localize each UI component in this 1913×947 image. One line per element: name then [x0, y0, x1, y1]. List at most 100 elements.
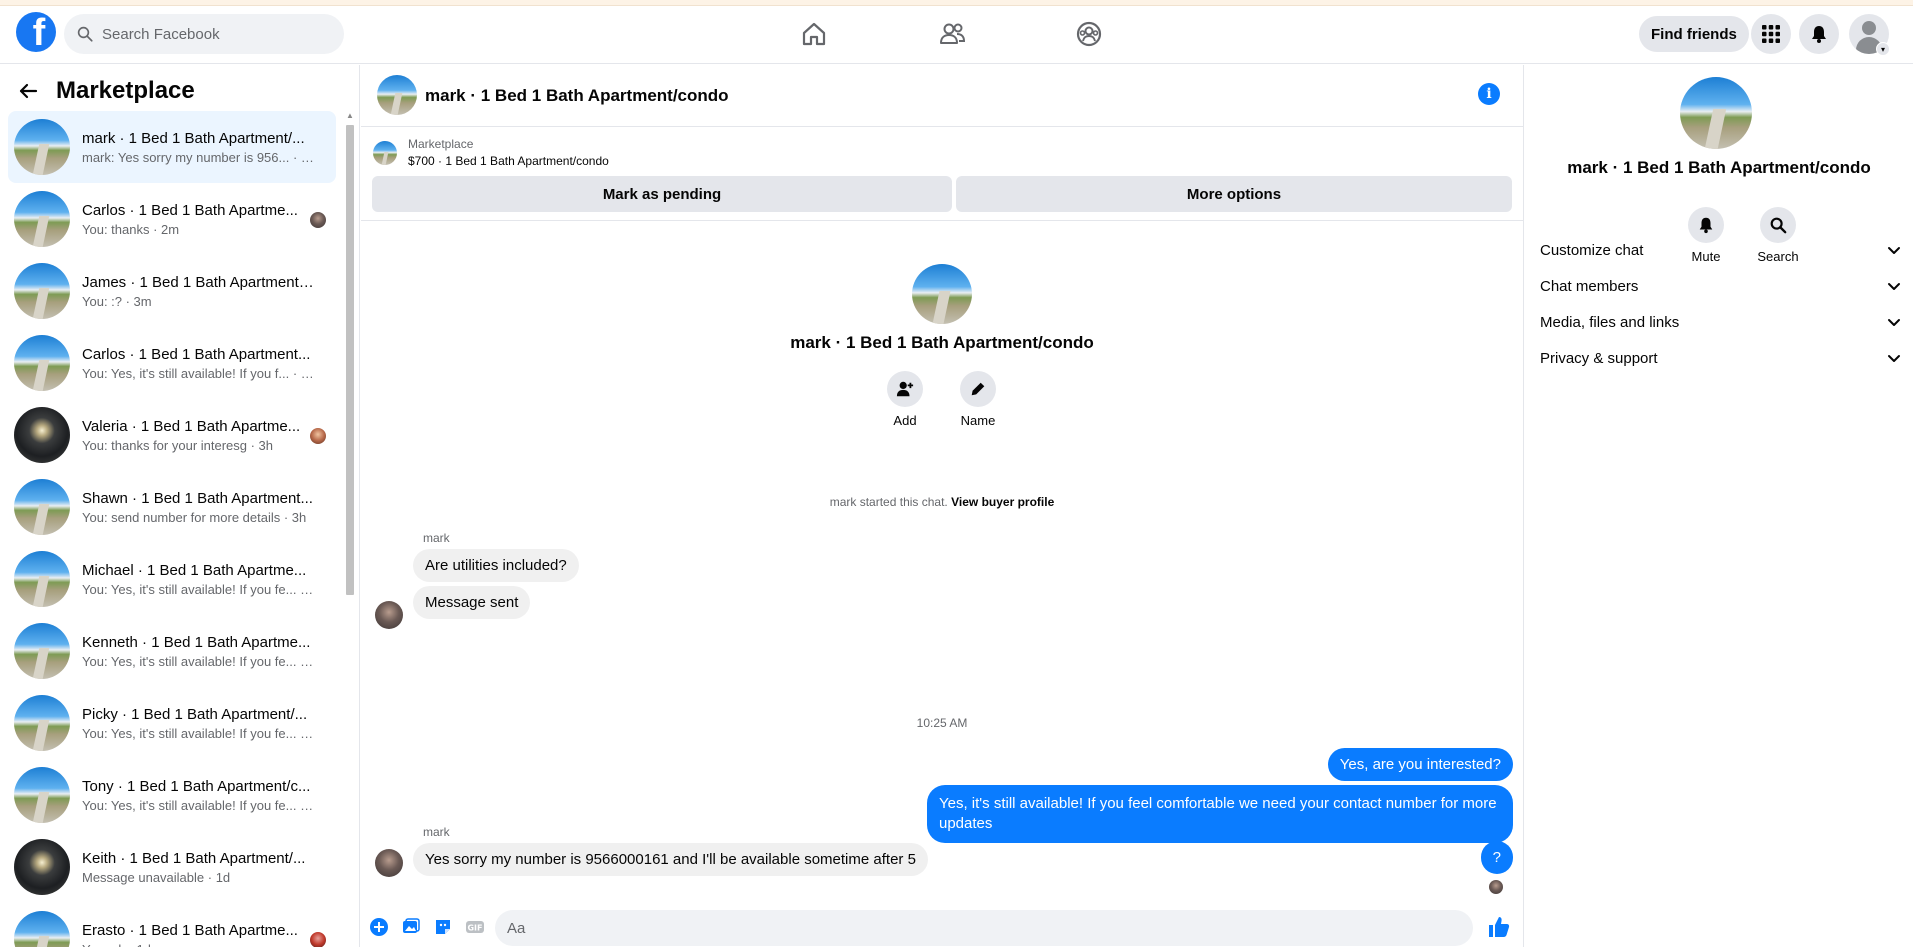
incoming-message[interactable]: Are utilities included? [413, 549, 579, 582]
conversation-item[interactable]: Michael · 1 Bed 1 Bath Apartme... You: Ye… [8, 543, 336, 615]
conversation-preview: You: Yes, it's still available! If you f… [82, 365, 314, 381]
message-composer: GIF [361, 907, 1604, 947]
read-receipt-avatar [1489, 880, 1503, 894]
panel-title: mark · 1 Bed 1 Bath Apartment/condo [1567, 158, 1871, 177]
panel-section[interactable]: Chat members [1540, 268, 1902, 304]
conversation-avatar [14, 479, 70, 535]
conversation-avatar [14, 551, 70, 607]
chevron-down-icon [1888, 319, 1900, 326]
gif-icon[interactable]: GIF [465, 917, 485, 937]
search-bar[interactable] [64, 14, 344, 54]
conversation-avatar [14, 911, 70, 947]
message-input[interactable] [495, 910, 1415, 946]
conversation-item[interactable]: Carlos · 1 Bed 1 Bath Apartment... You: Y… [8, 327, 336, 399]
conversation-avatar [14, 623, 70, 679]
conversation-preview: mark: Yes sorry my number is 956... · 1m [82, 149, 314, 165]
friends-icon[interactable] [938, 20, 966, 48]
find-friends-button[interactable]: Find friends [1639, 16, 1749, 52]
home-icon[interactable] [800, 20, 828, 48]
plus-icon[interactable] [369, 917, 389, 937]
chevron-down-icon [1888, 355, 1900, 362]
incoming-message[interactable]: Yes sorry my number is 9566000161 and I'… [413, 843, 928, 876]
conversation-item[interactable]: Kenneth · 1 Bed 1 Bath Apartme... You: Ye… [8, 615, 336, 687]
conversation-name: Carlos · 1 Bed 1 Bath Apartment... [82, 345, 311, 363]
conversation-item[interactable]: Keith · 1 Bed 1 Bath Apartment/... Messag… [8, 831, 336, 903]
chat-title[interactable]: mark · 1 Bed 1 Bath Apartment/condo [425, 86, 729, 106]
sender-name: mark [423, 531, 450, 545]
conversation-preview: You: thanks · 2m [82, 221, 180, 237]
panel-avatar [1680, 77, 1752, 149]
conversation-avatar [14, 407, 70, 463]
chat-window: mark · 1 Bed 1 Bath Apartment/condo i Ma… [361, 65, 1604, 947]
started-text: mark started this chat. [829, 495, 948, 509]
intro-title: mark · 1 Bed 1 Bath Apartment/condo [790, 333, 1094, 352]
conversation-avatar [14, 191, 70, 247]
outgoing-message[interactable]: ? [1480, 841, 1513, 874]
notifications-button[interactable] [1799, 14, 1839, 54]
view-buyer-profile-link[interactable]: View buyer profile [951, 495, 1054, 509]
info-icon[interactable]: i [1478, 83, 1500, 105]
add-person-icon [896, 381, 914, 397]
like-icon[interactable] [1487, 915, 1511, 939]
back-arrow-icon[interactable] [16, 79, 40, 103]
conversation-item[interactable]: Tony · 1 Bed 1 Bath Apartment/c... You: Y… [8, 759, 336, 831]
more-options-button[interactable]: More options [956, 176, 1512, 212]
listing-thumbnail[interactable] [373, 141, 397, 165]
chevron-down-icon [1888, 283, 1900, 290]
search-input[interactable] [102, 25, 322, 43]
conversation-name: Kenneth · 1 Bed 1 Bath Apartme... [82, 633, 311, 651]
panel-section[interactable]: Privacy & support [1540, 340, 1902, 376]
conversation-name: Shawn · 1 Bed 1 Bath Apartment... [82, 489, 313, 507]
bell-icon [1812, 26, 1826, 43]
conversation-name: Michael · 1 Bed 1 Bath Apartme... [82, 561, 307, 579]
photo-icon[interactable] [401, 917, 421, 937]
message-input-box[interactable] [495, 910, 1604, 946]
outgoing-message[interactable]: Yes, are you interested? [1327, 748, 1513, 781]
conversation-item[interactable]: James · 1 Bed 1 Bath Apartment/... You: :… [8, 255, 336, 327]
conversation-list: mark · 1 Bed 1 Bath Apartment/... mark: Y… [8, 111, 336, 947]
seen-by-avatar [310, 932, 326, 947]
conversation-avatar [14, 839, 70, 895]
conversation-name: Picky · 1 Bed 1 Bath Apartment/... [82, 705, 308, 723]
panel-section-label: Media, files and links [1540, 313, 1680, 331]
chat-started-notice: mark started this chat. View buyer profi… [361, 495, 1523, 509]
chat-avatar[interactable] [377, 75, 417, 115]
outgoing-message[interactable]: Yes, it's still available! If you feel c… [927, 785, 1513, 843]
conversation-item[interactable]: Carlos · 1 Bed 1 Bath Apartme... You: tha… [8, 183, 336, 255]
conversation-item[interactable]: Picky · 1 Bed 1 Bath Apartment/... You: Y… [8, 687, 336, 759]
conversation-item[interactable]: Erasto · 1 Bed 1 Bath Apartme... You: ok … [8, 903, 336, 947]
sticker-icon[interactable] [433, 917, 453, 937]
incoming-message[interactable]: Message sent [413, 586, 531, 619]
listing-price-title[interactable]: $700 · 1 Bed 1 Bath Apartment/condo [408, 154, 609, 168]
sidebar-scrollbar[interactable]: ▲ [344, 111, 356, 947]
panel-section-label: Customize chat [1540, 241, 1644, 259]
chevron-down-icon[interactable]: ▾ [1876, 42, 1890, 56]
sender-name: mark [423, 825, 450, 839]
add-people-button[interactable]: Add [875, 371, 935, 428]
conversation-preview: You: Yes, it's still available! If you f… [82, 581, 314, 597]
conversation-item[interactable]: Shawn · 1 Bed 1 Bath Apartment... You: se… [8, 471, 336, 543]
panel-section[interactable]: Customize chat [1540, 232, 1902, 268]
panel-section[interactable]: Media, files and links [1540, 304, 1902, 340]
conversation-name: Valeria · 1 Bed 1 Bath Apartme... [82, 417, 301, 435]
conversation-preview: You: Yes, it's still available! If you f… [82, 797, 314, 813]
mark-as-pending-button[interactable]: Mark as pending [372, 176, 952, 212]
conversation-preview: You: send number for more details · 3h [82, 509, 307, 525]
marketplace-label: Marketplace [408, 137, 474, 151]
pencil-icon [971, 382, 985, 396]
facebook-logo[interactable]: f [16, 12, 56, 52]
add-label: Add [893, 413, 917, 428]
name-chat-button[interactable]: Name [948, 371, 1008, 428]
conversation-preview: You: Yes, it's still available! If you f… [82, 653, 314, 669]
conversation-avatar [14, 695, 70, 751]
conversation-item[interactable]: mark · 1 Bed 1 Bath Apartment/... mark: Y… [8, 111, 336, 183]
conversation-avatar [14, 335, 70, 391]
conversation-name: Keith · 1 Bed 1 Bath Apartment/... [82, 849, 306, 867]
sender-avatar[interactable] [375, 601, 403, 629]
groups-icon[interactable] [1075, 20, 1103, 48]
conversation-item[interactable]: Valeria · 1 Bed 1 Bath Apartme... You: th… [8, 399, 336, 471]
menu-button[interactable] [1751, 14, 1791, 54]
panel-section-label: Chat members [1540, 277, 1639, 295]
conversation-name: Carlos · 1 Bed 1 Bath Apartme... [82, 201, 298, 219]
sender-avatar[interactable] [375, 849, 403, 877]
